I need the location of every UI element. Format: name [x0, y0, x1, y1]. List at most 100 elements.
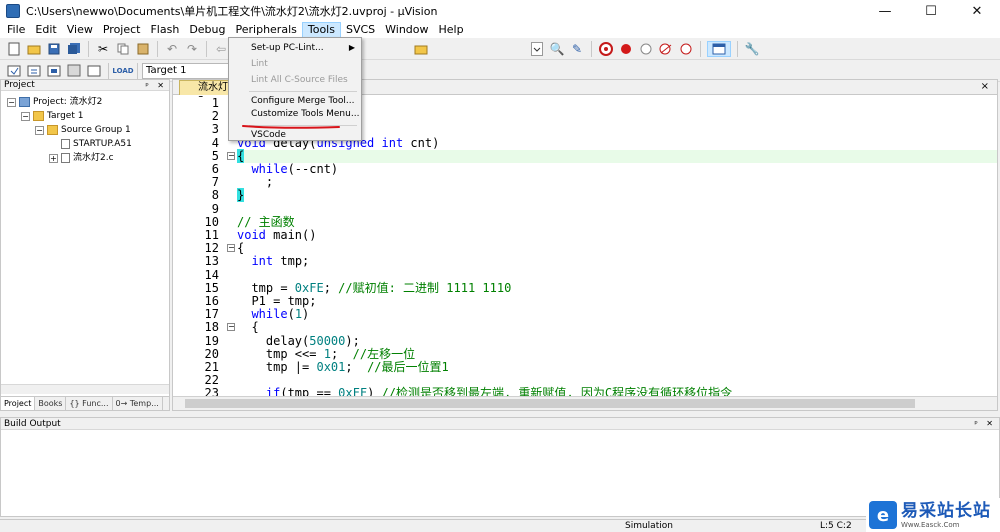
code-line[interactable]: ; — [237, 176, 997, 189]
breakpoint-disable-icon[interactable] — [638, 41, 654, 57]
maximize-button[interactable]: ☐ — [908, 0, 954, 22]
tree-node-project[interactable]: − Project: 流水灯2 — [1, 95, 169, 109]
uvision-window: C:\Users\newwo\Documents\单片机工程文件\流水灯2\流水… — [0, 0, 1000, 532]
project-panel-scrollbar[interactable] — [1, 384, 169, 394]
code-line[interactable]: { — [237, 321, 997, 334]
breakpoint-enable-all-icon[interactable] — [678, 41, 694, 57]
window-layout-icon[interactable] — [707, 40, 731, 57]
tab-functions[interactable]: {} Func... — [66, 397, 113, 410]
code-line[interactable] — [237, 203, 997, 216]
incremental-find-icon[interactable]: ✎ — [569, 41, 585, 57]
menu-bar: File Edit View Project Flash Debug Perip… — [0, 22, 1000, 38]
menu-item-setup-pc-lint[interactable]: Set-up PC-Lint... ▶ — [229, 40, 361, 56]
collapse-toggle[interactable]: − — [35, 125, 44, 135]
save-all-icon[interactable] — [66, 41, 82, 57]
configuration-wrench-icon[interactable]: 🔧 — [744, 41, 760, 57]
menu-file[interactable]: File — [2, 22, 30, 38]
menu-item-customize-tools-menu[interactable]: Customize Tools Menu... — [229, 106, 361, 122]
code-line[interactable]: // 主函数 — [237, 216, 997, 229]
menu-peripherals[interactable]: Peripherals — [231, 22, 302, 38]
watermark-logo-icon: e — [869, 501, 897, 529]
find-in-files-icon[interactable] — [413, 41, 429, 57]
menu-item-vscode[interactable]: VSCode — [229, 127, 361, 143]
menu-item-lint[interactable]: Lint — [229, 56, 361, 72]
menu-help[interactable]: Help — [434, 22, 469, 38]
project-panel-tabs: Project Books {} Func... 0→ Temp... — [1, 396, 169, 410]
cut-icon[interactable]: ✂ — [95, 41, 111, 57]
close-tab-icon[interactable]: × — [981, 81, 989, 92]
toolbar-separator — [88, 40, 89, 57]
menu-item-lint-all[interactable]: Lint All C-Source Files — [229, 72, 361, 88]
paste-icon[interactable] — [135, 41, 151, 57]
code-line[interactable]: { — [237, 149, 997, 163]
menu-tools[interactable]: Tools — [301, 22, 341, 38]
menu-svcs[interactable]: SVCS — [341, 22, 380, 38]
code-line[interactable]: tmp = 0xFE; //赋初值: 二进制 1111 1110 — [237, 282, 997, 295]
code-fold-toggle[interactable]: − — [227, 152, 235, 160]
breakpoint-kill-icon[interactable] — [658, 41, 674, 57]
file-icon — [61, 153, 70, 163]
undo-icon[interactable]: ↶ — [164, 41, 180, 57]
menu-item-label: Set-up PC-Lint... — [251, 43, 324, 53]
tree-node-label: Target 1 — [47, 111, 84, 121]
tree-node-source-group[interactable]: − Source Group 1 — [1, 123, 169, 137]
breakpoint-insert-icon[interactable] — [618, 41, 634, 57]
menu-item-label: VSCode — [251, 130, 286, 140]
new-file-icon[interactable] — [6, 41, 22, 57]
stop-build-icon[interactable] — [86, 63, 102, 79]
redo-icon[interactable]: ↷ — [184, 41, 200, 57]
scrollbar-thumb[interactable] — [185, 399, 915, 408]
toolbar-separator — [591, 40, 592, 57]
open-folder-icon[interactable] — [26, 41, 42, 57]
tab-project[interactable]: Project — [1, 397, 36, 410]
status-bar: Simulation L:5 C:2 — [0, 519, 1000, 532]
code-fold-toggle[interactable]: − — [227, 244, 235, 252]
expand-toggle[interactable]: + — [49, 153, 58, 163]
code-line[interactable]: } — [237, 188, 997, 202]
code-line[interactable]: int tmp; — [237, 255, 997, 268]
tab-templates[interactable]: 0→ Temp... — [113, 397, 163, 410]
find-icon[interactable]: 🔍 — [549, 41, 565, 57]
toolbar-separator — [137, 62, 138, 79]
code-line[interactable]: { — [237, 242, 997, 255]
collapse-toggle[interactable]: − — [21, 111, 30, 121]
panel-pin-close-buttons[interactable]: ᵖ ✕ — [974, 418, 996, 430]
project-panel: Project ᵖ ✕ − Project: 流水灯2 − Target 1 −… — [0, 79, 170, 411]
panel-pin-close-buttons[interactable]: ᵖ ✕ — [145, 80, 167, 91]
tree-node-source-file[interactable]: + 流水灯2.c — [1, 151, 169, 165]
code-line[interactable]: tmp |= 0x01; //最后一位置1 — [237, 361, 997, 374]
target-folder-icon — [33, 111, 44, 121]
build-output-header: Build Output ᵖ ✕ — [1, 418, 999, 430]
menu-edit[interactable]: Edit — [30, 22, 61, 38]
save-icon[interactable] — [46, 41, 62, 57]
build-output-title: Build Output — [4, 419, 61, 429]
menu-debug[interactable]: Debug — [184, 22, 230, 38]
tree-node-label: 流水灯2.c — [73, 153, 114, 163]
build-icon[interactable] — [26, 63, 42, 79]
line-number: 8 — [211, 188, 219, 202]
download-load-icon[interactable]: LOAD — [112, 63, 133, 79]
menu-window[interactable]: Window — [380, 22, 433, 38]
debug-start-icon[interactable] — [598, 41, 614, 57]
collapse-toggle[interactable]: − — [7, 97, 16, 107]
code-line[interactable]: void main() — [237, 229, 997, 242]
minimize-button[interactable]: — — [862, 0, 908, 22]
batch-build-icon[interactable] — [66, 63, 82, 79]
menu-view[interactable]: View — [62, 22, 98, 38]
tab-books[interactable]: Books — [35, 397, 67, 410]
close-button[interactable]: ✕ — [954, 0, 1000, 22]
menu-flash[interactable]: Flash — [145, 22, 184, 38]
code-fold-toggle[interactable]: − — [227, 323, 235, 331]
dropdown-toggle-icon[interactable] — [529, 41, 545, 57]
tree-node-target[interactable]: − Target 1 — [1, 109, 169, 123]
nav-back-icon[interactable]: ⇦ — [213, 41, 229, 57]
editor-horizontal-scrollbar[interactable] — [173, 396, 997, 410]
menu-project[interactable]: Project — [98, 22, 146, 38]
rebuild-icon[interactable] — [46, 63, 62, 79]
code-line[interactable]: P1 = tmp; — [237, 295, 997, 308]
translate-icon[interactable] — [6, 63, 22, 79]
tree-node-startup-file[interactable]: STARTUP.A51 — [1, 137, 169, 151]
code-line[interactable]: while(1) — [237, 308, 997, 321]
copy-icon[interactable] — [115, 41, 131, 57]
code-line[interactable]: while(--cnt) — [237, 163, 997, 176]
